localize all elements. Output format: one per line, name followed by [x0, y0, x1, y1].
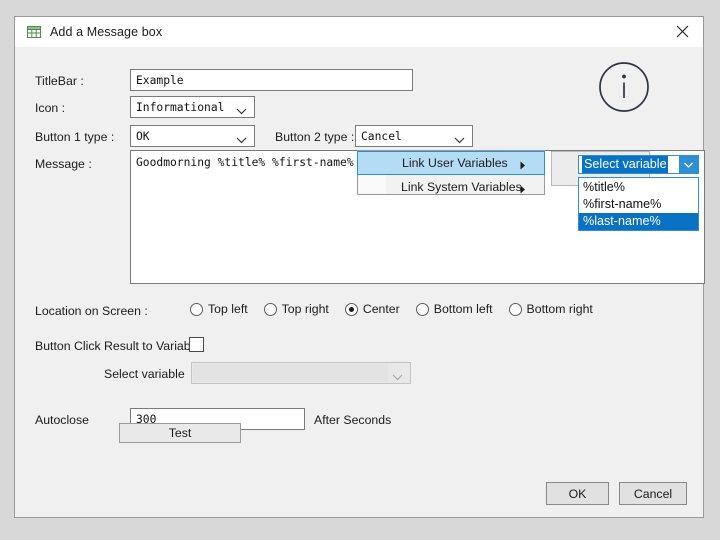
variable-combobox-value: Select variable [582, 156, 668, 173]
chevron-right-icon [520, 183, 526, 197]
button1-select[interactable]: OK [130, 125, 255, 147]
autoclose-label: Autoclose [35, 413, 90, 427]
chevron-down-icon [236, 105, 247, 118]
result-to-variable-label: Button Click Result to Variable [35, 339, 201, 353]
close-icon[interactable] [661, 17, 703, 46]
titlebar-input[interactable]: Example [130, 69, 413, 91]
chevron-right-icon [520, 159, 526, 173]
cancel-button[interactable]: Cancel [619, 482, 687, 505]
radio-label: Top right [281, 302, 329, 316]
menu-item-link-system-variables[interactable]: Link System Variables [358, 175, 544, 199]
select-variable-dropdown[interactable] [191, 362, 411, 384]
location-on-screen-label: Location on Screen : [35, 304, 148, 318]
radio-label: Bottom left [433, 302, 493, 316]
radio-top-left[interactable]: Top left [190, 302, 248, 316]
button2-select[interactable]: Cancel [355, 125, 473, 147]
dialog-title: Add a Message box [50, 25, 163, 39]
button1-select-value: OK [136, 129, 150, 143]
radio-indicator [263, 302, 277, 316]
radio-label: Center [362, 302, 400, 316]
variable-option-title[interactable]: %title% [579, 179, 698, 196]
icon-select[interactable]: Informational [130, 96, 255, 118]
screen: Add a Message box TitleBar : Example Ico… [0, 0, 720, 540]
menu-item-label: Link User Variables [402, 156, 508, 170]
icon-field-label: Icon : [35, 101, 66, 115]
test-button[interactable]: Test [119, 423, 241, 443]
radio-indicator [508, 302, 522, 316]
radio-top-right[interactable]: Top right [263, 302, 329, 316]
radio-label: Bottom right [526, 302, 593, 316]
menu-item-label: Link System Variables [401, 180, 522, 194]
radio-label: Top left [208, 302, 248, 316]
button2-field-label: Button 2 type : [275, 130, 355, 144]
autoclose-suffix-label: After Seconds [314, 413, 392, 427]
menu-item-link-user-variables[interactable]: Link User Variables [357, 151, 545, 175]
dialog-titlebar: Add a Message box [15, 17, 703, 47]
add-message-box-dialog: Add a Message box TitleBar : Example Ico… [14, 16, 705, 518]
message-field-label: Message : [35, 157, 92, 171]
icon-select-value: Informational [136, 100, 225, 114]
ok-button[interactable]: OK [546, 482, 609, 505]
radio-indicator [344, 302, 358, 316]
information-circle-icon [598, 61, 650, 118]
link-variables-context-menu: Link User Variables Link System Variable… [357, 150, 545, 195]
variable-option-last-name[interactable]: %last-name% [579, 213, 698, 230]
chevron-down-icon[interactable] [679, 156, 698, 173]
radio-indicator [415, 302, 429, 316]
dropdown-fill [193, 364, 388, 382]
select-variable-label: Select variable [104, 367, 185, 381]
variable-combobox[interactable]: Select variable [578, 155, 699, 174]
button1-field-label: Button 1 type : [35, 130, 115, 144]
radio-bottom-right[interactable]: Bottom right [508, 302, 593, 316]
button2-select-value: Cancel [361, 129, 402, 143]
radio-bottom-left[interactable]: Bottom left [415, 302, 493, 316]
grid-table-icon [27, 25, 41, 39]
radio-center[interactable]: Center [344, 302, 400, 316]
chevron-down-icon [454, 134, 465, 147]
radio-indicator [190, 302, 203, 316]
titlebar-field-label: TitleBar : [35, 74, 84, 88]
location-radio-group: Top left Top right Center Bottom left Bo… [190, 302, 609, 316]
variable-option-list: %title% %first-name% %last-name% [578, 177, 699, 231]
chevron-down-icon [236, 134, 247, 147]
variable-option-first-name[interactable]: %first-name% [579, 196, 698, 213]
result-to-variable-checkbox[interactable] [189, 337, 204, 352]
chevron-down-icon [392, 371, 403, 384]
